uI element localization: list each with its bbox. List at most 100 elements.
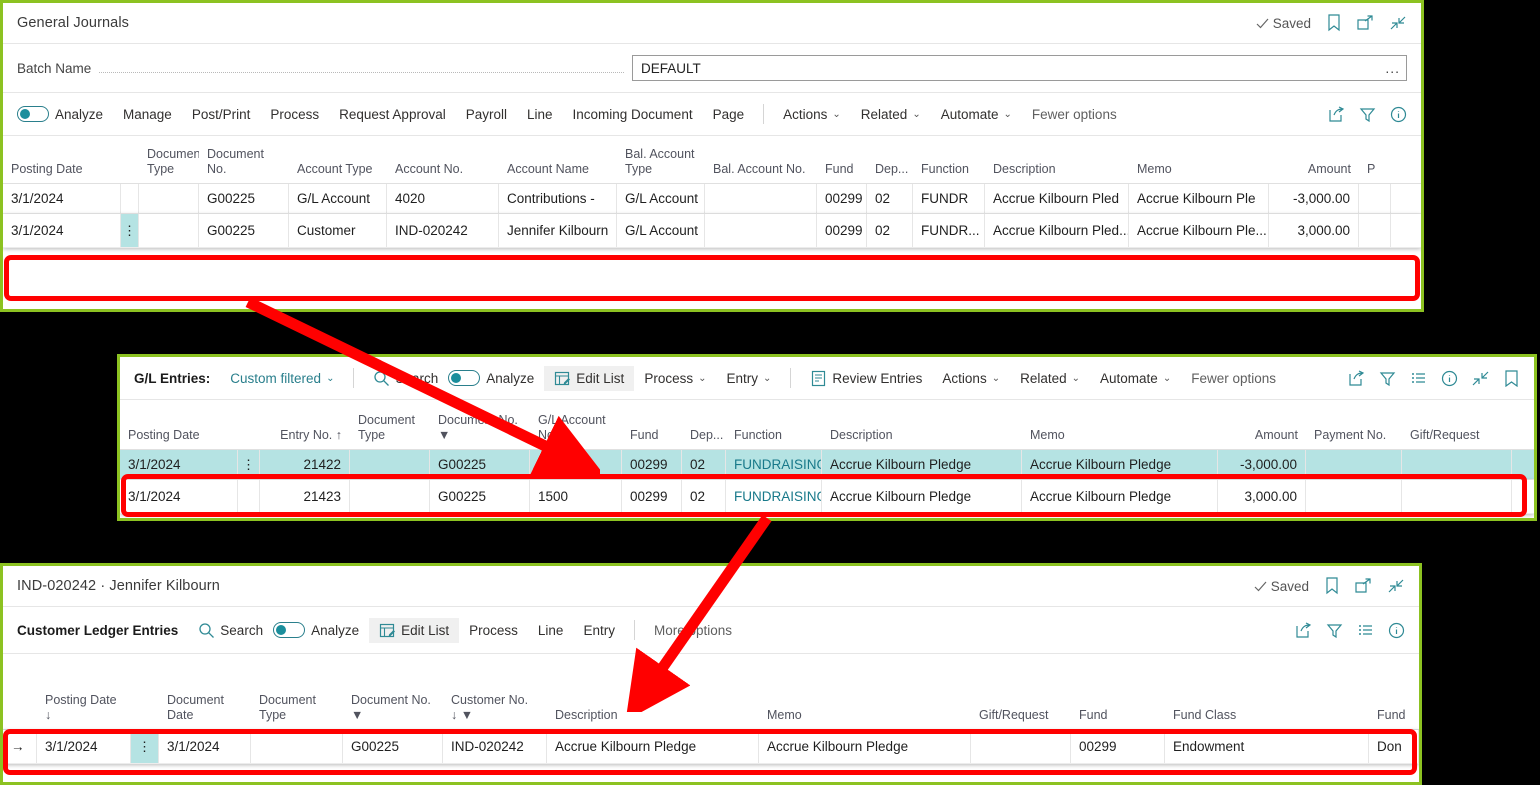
table-cell[interactable] bbox=[251, 730, 343, 763]
table-cell[interactable]: FUNDR bbox=[913, 184, 985, 213]
batch-name-input[interactable]: DEFAULT ... bbox=[632, 55, 1407, 81]
column-header[interactable]: Description bbox=[547, 708, 759, 729]
collapse-icon[interactable] bbox=[1388, 578, 1405, 594]
table-cell[interactable] bbox=[1359, 214, 1391, 247]
ribbon-item-page[interactable]: Page bbox=[703, 103, 755, 126]
ribbon-item-search[interactable]: Search bbox=[363, 366, 448, 391]
table-cell[interactable]: Endowment bbox=[1165, 730, 1369, 763]
search-icon[interactable] bbox=[198, 622, 215, 639]
column-header[interactable]: Fund Class bbox=[1165, 708, 1369, 729]
column-header[interactable]: Document Type bbox=[251, 693, 343, 729]
table-cell[interactable]: 02 bbox=[682, 450, 726, 479]
table-cell[interactable] bbox=[705, 184, 817, 213]
column-header[interactable]: Bal. Account Type bbox=[617, 147, 705, 183]
table-cell[interactable]: 3,000.00 bbox=[1218, 480, 1306, 513]
column-header[interactable] bbox=[3, 723, 37, 729]
ribbon-item-automate[interactable]: Automate ⌄ bbox=[931, 103, 1022, 126]
column-header[interactable]: Amount bbox=[1218, 428, 1306, 449]
column-header[interactable]: Memo bbox=[759, 708, 971, 729]
column-header[interactable]: Fund bbox=[1071, 708, 1165, 729]
table-cell[interactable] bbox=[1359, 184, 1391, 213]
table-cell[interactable]: G00225 bbox=[199, 184, 289, 213]
ribbon-item-edit-list[interactable]: Edit List bbox=[544, 365, 635, 391]
table-cell[interactable]: Accrue Kilbourn Ple... bbox=[1129, 214, 1269, 247]
batch-lookup-button[interactable]: ... bbox=[1385, 60, 1400, 76]
row-menu-button[interactable]: ⋮ bbox=[121, 214, 139, 247]
column-header[interactable]: Document No. ▼ bbox=[343, 693, 443, 729]
table-cell[interactable] bbox=[1306, 480, 1402, 513]
table-row[interactable]: 3/1/2024 G00225 G/L Account 4020 Contributio… bbox=[3, 184, 1421, 214]
column-header[interactable]: Account Name bbox=[499, 162, 617, 183]
table-cell[interactable]: 3/1/2024 bbox=[120, 480, 238, 513]
table-cell[interactable]: Accrue Kilbourn Pledge bbox=[822, 450, 1022, 479]
column-header[interactable]: Fund bbox=[622, 428, 682, 449]
row-menu-button[interactable]: ⋮ bbox=[238, 450, 260, 479]
table-cell[interactable] bbox=[1402, 450, 1512, 479]
table-cell[interactable] bbox=[350, 480, 430, 513]
table-cell[interactable]: 4020 bbox=[387, 184, 499, 213]
ribbon-item-line[interactable]: Line bbox=[517, 103, 563, 126]
table-cell[interactable]: 02 bbox=[682, 480, 726, 513]
column-header[interactable]: Document No. bbox=[199, 147, 289, 183]
table-cell[interactable]: G00225 bbox=[430, 450, 530, 479]
table-row[interactable]: 3/1/2024 ⋮ 21422 G00225 4020 00299 02 FUNDRAISI… bbox=[120, 450, 1534, 480]
column-header[interactable]: Payment No. bbox=[1306, 428, 1402, 449]
table-cell[interactable] bbox=[705, 214, 817, 247]
table-cell[interactable]: G/L Account bbox=[617, 214, 705, 247]
table-cell[interactable]: 00299 bbox=[817, 184, 867, 213]
column-header[interactable]: Entry No. ↑ bbox=[260, 428, 350, 449]
table-cell[interactable]: 4020 bbox=[530, 450, 622, 479]
table-cell[interactable]: 00299 bbox=[622, 450, 682, 479]
bookmark-icon[interactable] bbox=[1325, 577, 1339, 595]
column-header[interactable]: Document No. ▼ bbox=[430, 413, 530, 449]
share-icon[interactable] bbox=[1328, 105, 1345, 123]
table-cell[interactable]: IND-020242 bbox=[443, 730, 547, 763]
ribbon-item-related[interactable]: Related ⌄ bbox=[851, 103, 931, 126]
column-header[interactable]: Document Type bbox=[350, 413, 430, 449]
info-icon[interactable] bbox=[1441, 370, 1458, 387]
column-header[interactable] bbox=[131, 723, 159, 729]
table-cell[interactable]: 3/1/2024 bbox=[3, 214, 121, 247]
table-cell[interactable]: 3/1/2024 bbox=[3, 184, 121, 213]
ribbon-item-review-entries[interactable]: Review Entries bbox=[800, 366, 932, 391]
row-menu-button[interactable]: ⋮ bbox=[131, 730, 159, 763]
column-header[interactable]: Posting Date ↓ bbox=[37, 693, 131, 729]
ribbon-item-manage[interactable]: Manage bbox=[113, 103, 182, 126]
ribbon-item-search[interactable]: Search bbox=[188, 618, 273, 643]
column-header[interactable]: Account No. bbox=[387, 162, 499, 183]
table-cell[interactable] bbox=[238, 480, 260, 513]
info-icon[interactable] bbox=[1390, 106, 1407, 123]
table-cell[interactable]: 3,000.00 bbox=[1269, 214, 1359, 247]
ribbon-item-fewer-options[interactable]: Fewer options bbox=[1022, 103, 1127, 126]
ribbon-item-entry[interactable]: Entry bbox=[573, 619, 625, 642]
search-icon[interactable] bbox=[373, 370, 390, 387]
list-icon[interactable] bbox=[1357, 622, 1374, 639]
table-row[interactable]: → 3/1/2024 ⋮ 3/1/2024 G00225 IND-020242 Accrue… bbox=[3, 730, 1419, 764]
ribbon-item-post-print[interactable]: Post/Print bbox=[182, 103, 261, 126]
table-cell[interactable]: Accrue Kilbourn Pled... bbox=[985, 214, 1129, 247]
column-header[interactable]: Fund bbox=[817, 162, 867, 183]
table-cell[interactable]: 3/1/2024 bbox=[159, 730, 251, 763]
table-cell[interactable] bbox=[139, 214, 199, 247]
ribbon-item-related[interactable]: Related ⌄ bbox=[1010, 367, 1090, 390]
table-cell[interactable]: 02 bbox=[867, 184, 913, 213]
table-cell[interactable] bbox=[350, 450, 430, 479]
bookmark-icon[interactable] bbox=[1503, 369, 1520, 387]
table-cell[interactable]: FUNDR... bbox=[913, 214, 985, 247]
column-header[interactable]: Dep... bbox=[682, 428, 726, 449]
table-cell[interactable]: 02 bbox=[867, 214, 913, 247]
ribbon-item-entry[interactable]: Entry ⌄ bbox=[716, 367, 781, 390]
filter-icon[interactable] bbox=[1326, 622, 1343, 639]
table-cell[interactable]: G/L Account bbox=[289, 184, 387, 213]
table-cell[interactable] bbox=[1402, 480, 1512, 513]
table-cell[interactable]: Don bbox=[1369, 730, 1419, 763]
column-header[interactable]: Fund bbox=[1369, 708, 1419, 729]
column-header[interactable]: Function bbox=[913, 162, 985, 183]
analyze-toggle[interactable] bbox=[17, 106, 49, 122]
analyze-toggle[interactable] bbox=[448, 370, 481, 386]
list-icon[interactable] bbox=[1410, 370, 1427, 387]
table-cell[interactable]: Accrue Kilbourn Pled bbox=[985, 184, 1129, 213]
ribbon-item-request-approval[interactable]: Request Approval bbox=[329, 103, 456, 126]
table-cell[interactable]: G00225 bbox=[343, 730, 443, 763]
column-header[interactable]: Document Type bbox=[139, 147, 199, 183]
